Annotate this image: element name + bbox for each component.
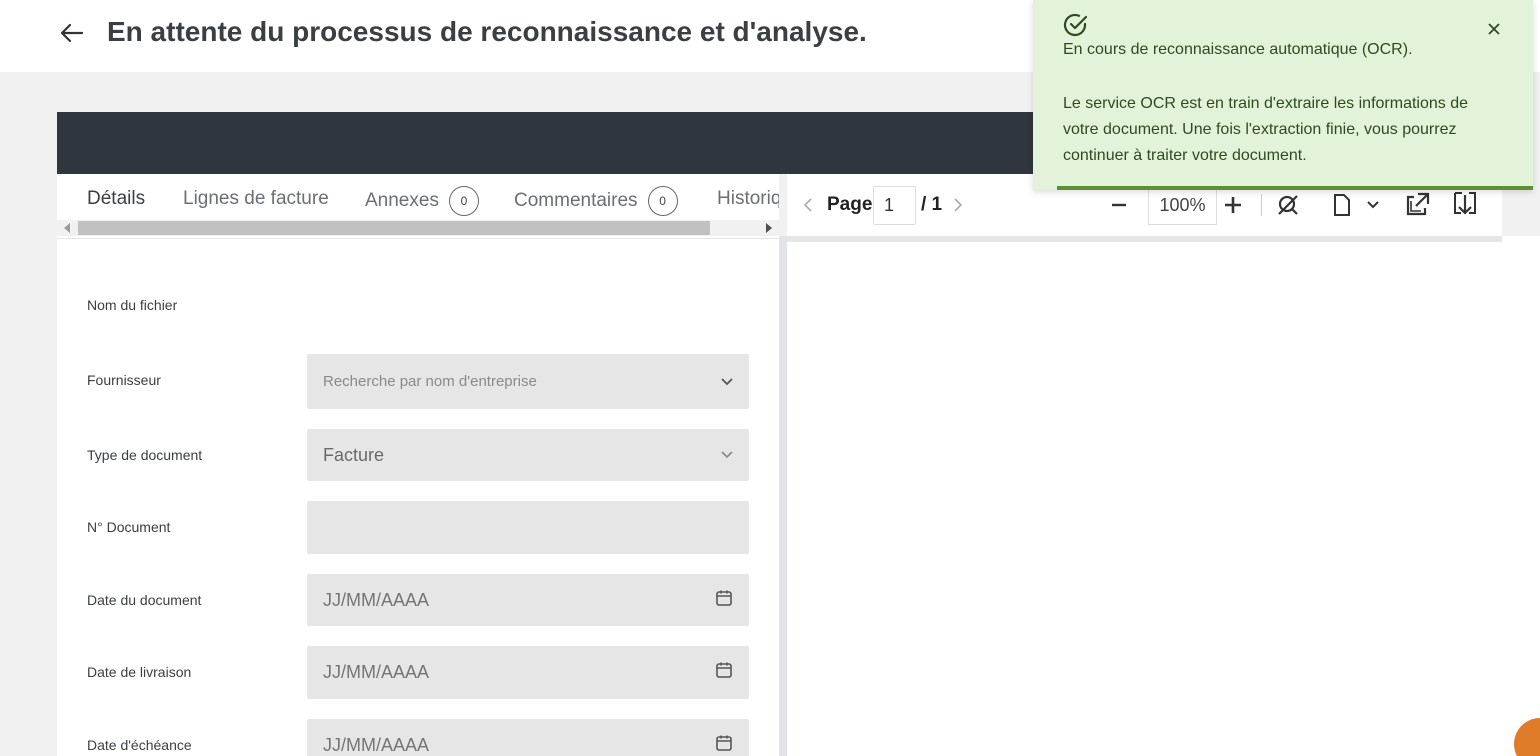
next-page-icon[interactable]	[951, 196, 965, 214]
tabs-divider	[57, 238, 779, 239]
doc-type-select[interactable]: Facture	[307, 429, 749, 481]
doc-date-label: Date du document	[87, 592, 202, 608]
download-icon[interactable]	[1451, 190, 1479, 218]
scrollbar-thumb[interactable]	[78, 221, 710, 235]
tab-attachments[interactable]: Annexes 0	[365, 186, 479, 216]
tab-invoice-lines[interactable]: Lignes de facture	[183, 188, 329, 210]
tab-history[interactable]: Historiq	[717, 188, 779, 210]
calendar-icon[interactable]	[715, 734, 733, 756]
toast-title: En cours de reconnaissance automatique (…	[1063, 41, 1413, 58]
zoom-in-icon[interactable]	[1221, 194, 1245, 216]
doc-date-input[interactable]: JJ/MM/AAAA	[307, 574, 749, 626]
delivery-date-input[interactable]: JJ/MM/AAAA	[307, 646, 749, 699]
chevron-down-icon	[721, 373, 733, 391]
scroll-right-arrow-icon[interactable]	[766, 223, 772, 233]
calendar-icon[interactable]	[715, 661, 733, 684]
file-name-label: Nom du fichier	[87, 297, 178, 313]
tabs-horizontal-scrollbar[interactable]	[57, 220, 779, 236]
toolbar-separator	[1261, 194, 1262, 216]
chevron-down-icon[interactable]	[1365, 198, 1381, 212]
toast-progress-bar	[1057, 186, 1533, 190]
check-circle-icon	[1063, 12, 1089, 43]
chevron-down-icon	[721, 446, 733, 464]
document-preview	[787, 236, 1540, 756]
page-label: Page	[827, 194, 873, 215]
no-search-icon[interactable]	[1275, 192, 1301, 218]
tab-label: Détails	[87, 188, 146, 209]
delivery-date-placeholder: JJ/MM/AAAA	[323, 662, 430, 682]
document-preview-edge	[787, 236, 1502, 242]
doc-date-placeholder: JJ/MM/AAAA	[323, 589, 430, 610]
prev-page-icon[interactable]	[801, 196, 815, 214]
close-icon[interactable]	[1483, 18, 1505, 40]
doc-number-label: N° Document	[87, 519, 171, 535]
back-arrow-icon[interactable]	[58, 20, 86, 46]
scroll-left-arrow-icon[interactable]	[64, 223, 70, 233]
panel-resize-divider[interactable]	[779, 236, 787, 756]
tab-label: Lignes de facture	[183, 188, 329, 209]
doc-type-value: Facture	[323, 444, 385, 465]
supplier-label: Fournisseur	[87, 372, 161, 388]
attachments-count-badge: 0	[448, 186, 479, 216]
supplier-placeholder: Recherche par nom d'entreprise	[323, 373, 537, 390]
tab-label: Annexes	[365, 190, 439, 211]
page-title: En attente du processus de reconnaissanc…	[107, 16, 867, 47]
due-date-input[interactable]: JJ/MM/AAAA	[307, 719, 749, 756]
zoom-out-icon[interactable]	[1107, 195, 1131, 215]
delivery-date-label: Date de livraison	[87, 664, 192, 680]
tab-details[interactable]: Détails	[87, 188, 145, 210]
page-total: / 1	[921, 194, 943, 215]
doc-type-label: Type de document	[87, 447, 203, 463]
tab-bar: Détails Lignes de facture Annexes 0 Comm…	[57, 174, 779, 220]
details-panel: Détails Lignes de facture Annexes 0 Comm…	[57, 174, 779, 756]
document-icon[interactable]	[1329, 192, 1355, 218]
doc-number-input[interactable]	[307, 501, 749, 554]
comments-count-badge: 0	[647, 186, 678, 216]
tab-label: Historiq	[717, 188, 779, 209]
ocr-notification-toast: En cours de reconnaissance automatique (…	[1033, 0, 1533, 190]
open-external-icon[interactable]	[1404, 190, 1432, 218]
zoom-level[interactable]: 100%	[1148, 186, 1217, 225]
tab-comments[interactable]: Commentaires 0	[514, 186, 678, 216]
supplier-select[interactable]: Recherche par nom d'entreprise	[307, 354, 749, 409]
tab-label: Commentaires	[514, 190, 638, 211]
page-number-input[interactable]: 1	[873, 186, 916, 225]
due-date-placeholder: JJ/MM/AAAA	[323, 734, 430, 755]
toast-message: Le service OCR est en train d'extraire l…	[1063, 95, 1469, 164]
due-date-label: Date d'échéance	[87, 737, 192, 753]
calendar-icon[interactable]	[715, 589, 733, 612]
